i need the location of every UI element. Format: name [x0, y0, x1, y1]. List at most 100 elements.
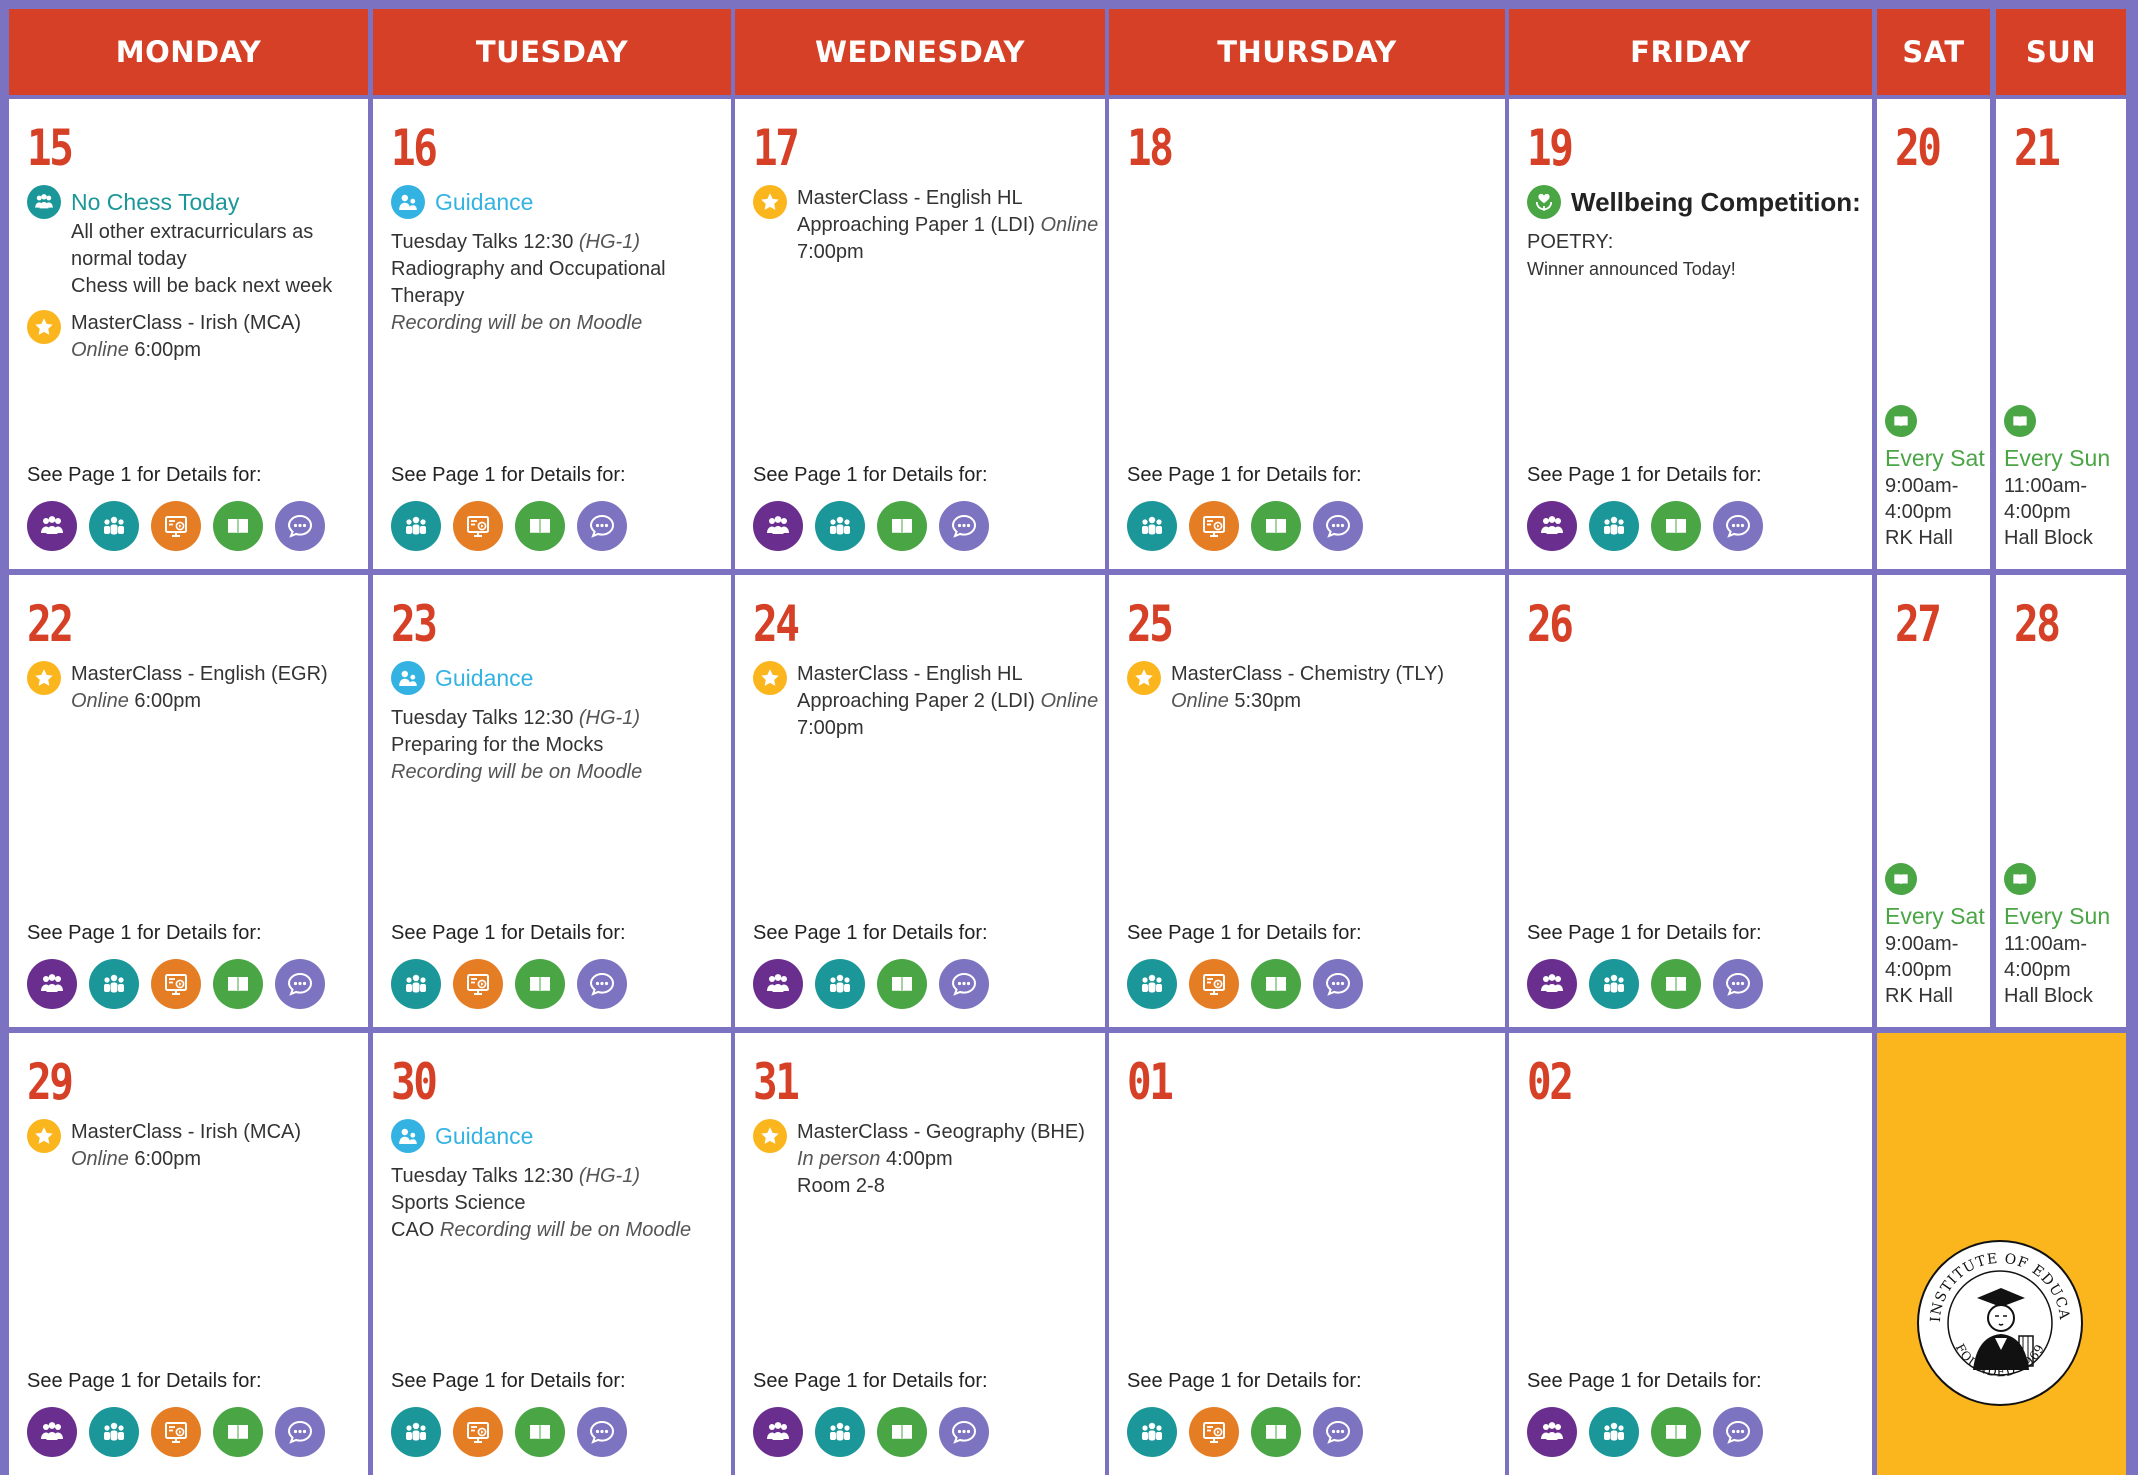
event-item[interactable]: No Chess Today All other extracurriculars… [27, 185, 362, 300]
group-icon[interactable] [753, 959, 803, 1009]
team-icon[interactable] [1127, 959, 1177, 1009]
presentation-icon[interactable] [453, 1407, 503, 1457]
team-icon[interactable] [89, 959, 139, 1009]
book-icon[interactable] [877, 1407, 927, 1457]
day-cell[interactable]: 20 Every Sat 9:00am- 4:00pm RK Hall [1877, 99, 1990, 569]
book-icon[interactable] [515, 959, 565, 1009]
book-icon[interactable] [213, 959, 263, 1009]
day-cell[interactable]: 28 Every Sun 11:00am- 4:00pm Hall Block [1996, 575, 2126, 1027]
day-cell[interactable]: 19 Wellbeing Competition: POETRY: Winner an… [1509, 99, 1872, 569]
presentation-icon[interactable] [151, 501, 201, 551]
chat-icon[interactable] [577, 959, 627, 1009]
book-icon[interactable] [1251, 501, 1301, 551]
day-cell[interactable]: 02 See Page 1 for Details for: [1509, 1033, 1872, 1475]
day-cell[interactable]: 27 Every Sat 9:00am- 4:00pm RK Hall [1877, 575, 1990, 1027]
day-cell[interactable]: 30 Guidance Tuesday Talks 12:30 (HG-1) Spor… [373, 1033, 731, 1475]
event-item[interactable]: MasterClass - Geography (BHE) In person … [753, 1119, 1099, 1200]
event-item[interactable]: MasterClass - English HL Approaching Pap… [753, 185, 1099, 266]
event-item[interactable]: Guidance [391, 185, 725, 219]
day-cell[interactable]: 31 MasterClass - Geography (BHE) In perso… [735, 1033, 1105, 1475]
event-item[interactable]: MasterClass - English (EGR) Online 6:00p… [27, 661, 362, 715]
presentation-icon[interactable] [453, 501, 503, 551]
day-cell[interactable]: 24 MasterClass - English HL Approaching P… [735, 575, 1105, 1027]
group-icon[interactable] [1527, 1407, 1577, 1457]
book-icon[interactable] [515, 501, 565, 551]
presentation-icon[interactable] [1189, 959, 1239, 1009]
day-cell[interactable]: 29 MasterClass - Irish (MCA) Online 6:00p… [9, 1033, 368, 1475]
event-item[interactable]: Tuesday Talks 12:30 (HG-1) Preparing for … [391, 705, 725, 786]
chat-icon[interactable] [1313, 959, 1363, 1009]
event-item[interactable]: Tuesday Talks 12:30 (HG-1) Sports Science… [391, 1163, 725, 1244]
team-icon[interactable] [1589, 501, 1639, 551]
day-cell[interactable]: 18 See Page 1 for Details for: [1109, 99, 1505, 569]
team-icon[interactable] [89, 501, 139, 551]
group-icon[interactable] [1527, 501, 1577, 551]
event-item[interactable]: Guidance [391, 1119, 725, 1153]
team-icon[interactable] [391, 1407, 441, 1457]
group-icon[interactable] [27, 501, 77, 551]
day-cell[interactable]: 25 MasterClass - Chemistry (TLY) Online 5… [1109, 575, 1505, 1027]
chat-icon[interactable] [1313, 1407, 1363, 1457]
book-icon[interactable] [1651, 501, 1701, 551]
chat-icon[interactable] [577, 501, 627, 551]
event-item[interactable]: MasterClass - Irish (MCA) Online 6:00pm [27, 310, 362, 364]
day-cell[interactable]: 15 No Chess Today All other extracurricula… [9, 99, 368, 569]
day-cell[interactable]: 16 Guidance Tuesday Talks 12:30 (HG-1) Radi… [373, 99, 731, 569]
day-cell[interactable]: 01 See Page 1 for Details for: [1109, 1033, 1505, 1475]
team-icon[interactable] [89, 1407, 139, 1457]
presentation-icon[interactable] [151, 1407, 201, 1457]
day-cell[interactable]: 26 See Page 1 for Details for: [1509, 575, 1872, 1027]
team-icon[interactable] [815, 1407, 865, 1457]
presentation-icon[interactable] [1189, 501, 1239, 551]
book-icon[interactable] [877, 501, 927, 551]
chat-icon[interactable] [1713, 1407, 1763, 1457]
event-item[interactable]: Tuesday Talks 12:30 (HG-1) Radiography an… [391, 229, 725, 337]
presentation-icon[interactable] [1189, 1407, 1239, 1457]
chat-icon[interactable] [939, 959, 989, 1009]
team-icon[interactable] [391, 959, 441, 1009]
day-header-sun: SUN [1996, 9, 2126, 95]
chat-icon[interactable] [275, 501, 325, 551]
event-item[interactable]: MasterClass - Irish (MCA) Online 6:00pm [27, 1119, 362, 1173]
book-icon[interactable] [1651, 1407, 1701, 1457]
book-icon[interactable] [1251, 1407, 1301, 1457]
group-icon[interactable] [753, 1407, 803, 1457]
day-cell[interactable]: 21 Every Sun 11:00am- 4:00pm Hall Block [1996, 99, 2126, 569]
book-icon[interactable] [213, 501, 263, 551]
team-icon[interactable] [1589, 1407, 1639, 1457]
book-icon[interactable] [1251, 959, 1301, 1009]
chat-icon[interactable] [577, 1407, 627, 1457]
team-icon[interactable] [1589, 959, 1639, 1009]
date-number: 27 [1895, 595, 1942, 653]
group-icon[interactable] [27, 1407, 77, 1457]
event-item[interactable]: MasterClass - English HL Approaching Pap… [753, 661, 1099, 742]
book-icon[interactable] [877, 959, 927, 1009]
event-item[interactable]: POETRY: Winner announced Today! [1527, 229, 1866, 283]
group-icon[interactable] [27, 959, 77, 1009]
day-cell[interactable]: 23 Guidance Tuesday Talks 12:30 (HG-1) Prep… [373, 575, 731, 1027]
team-icon[interactable] [815, 501, 865, 551]
team-icon[interactable] [1127, 1407, 1177, 1457]
team-icon[interactable] [815, 959, 865, 1009]
book-icon[interactable] [515, 1407, 565, 1457]
chat-icon[interactable] [939, 1407, 989, 1457]
book-icon[interactable] [213, 1407, 263, 1457]
group-icon[interactable] [753, 501, 803, 551]
chat-icon[interactable] [939, 501, 989, 551]
team-icon[interactable] [391, 501, 441, 551]
event-item[interactable]: Guidance [391, 661, 725, 695]
event-item[interactable]: Wellbeing Competition: [1527, 185, 1866, 219]
chat-icon[interactable] [1313, 501, 1363, 551]
day-cell[interactable]: 17 MasterClass - English HL Approaching P… [735, 99, 1105, 569]
chat-icon[interactable] [1713, 959, 1763, 1009]
group-icon[interactable] [1527, 959, 1577, 1009]
presentation-icon[interactable] [151, 959, 201, 1009]
chat-icon[interactable] [275, 959, 325, 1009]
chat-icon[interactable] [1713, 501, 1763, 551]
chat-icon[interactable] [275, 1407, 325, 1457]
team-icon[interactable] [1127, 501, 1177, 551]
book-icon[interactable] [1651, 959, 1701, 1009]
day-cell[interactable]: 22 MasterClass - English (EGR) Online 6:0… [9, 575, 368, 1027]
presentation-icon[interactable] [453, 959, 503, 1009]
event-item[interactable]: MasterClass - Chemistry (TLY) Online 5:3… [1127, 661, 1499, 715]
